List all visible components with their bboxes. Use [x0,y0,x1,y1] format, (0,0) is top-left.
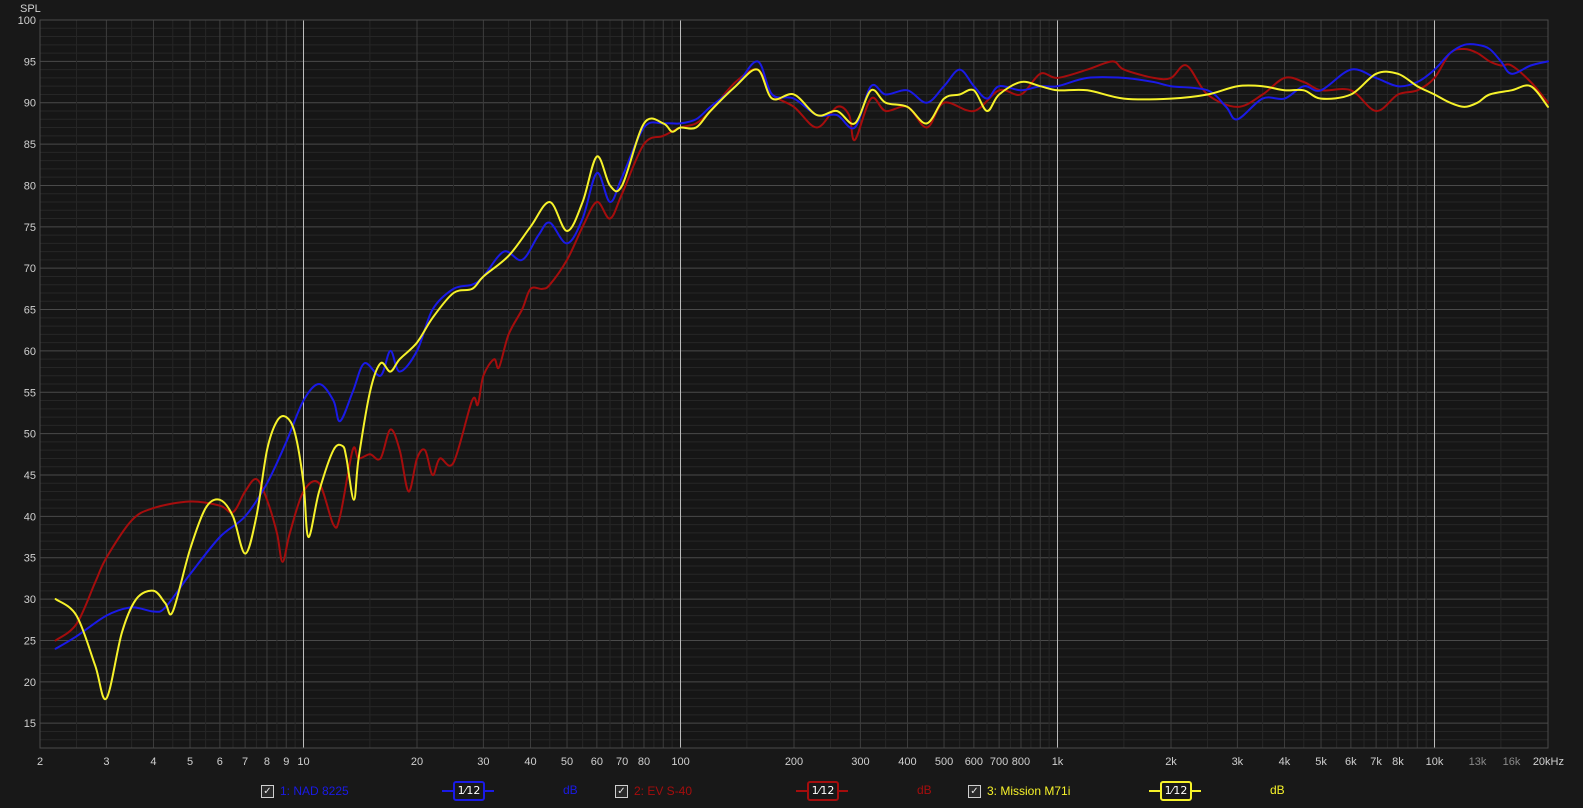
x-tick-label: 3 [103,756,109,768]
y-tick-label: 75 [24,222,36,234]
y-tick-label: 45 [24,470,36,482]
x-tick-label: 80 [638,756,650,768]
y-tick-label: 80 [24,180,36,192]
legend-checkbox-3[interactable]: ✓ [968,784,981,798]
x-tick-label: 4 [150,756,156,768]
legend-label-2: 2: EV S-40 [634,784,693,798]
x-tick-label: 7k [1370,756,1382,768]
x-tick-label: 16k [1503,756,1521,768]
x-tick-label: 30 [477,756,489,768]
x-tick-label: 13k [1469,756,1487,768]
x-tick-label: 5 [187,756,193,768]
legend-checkbox-2[interactable]: ✓ [615,784,628,798]
y-tick-label: 85 [24,139,36,151]
y-tick-label: 20 [24,677,36,689]
x-tick-label: 6 [217,756,223,768]
x-tick-label: 40 [524,756,536,768]
x-tick-label: 5k [1315,756,1327,768]
x-tick-label: 300 [851,756,869,768]
x-tick-label: 700 [990,756,1008,768]
y-tick-label: 100 [18,15,36,27]
unit-label-3: dB [1270,783,1285,797]
y-tick-label: 70 [24,263,36,275]
x-tick-label: 1k [1052,756,1064,768]
y-tick-label: 15 [24,718,36,730]
y-tick-label: 25 [24,635,36,647]
y-tick-label: 90 [24,98,36,110]
y-axis-title: SPL [20,3,41,15]
x-tick-label: 200 [785,756,803,768]
x-tick-label: 8 [264,756,270,768]
x-tick-label: 9 [283,756,289,768]
x-tick-label: 10k [1426,756,1444,768]
legend-checkbox-1[interactable]: ✓ [261,784,274,798]
legend-item-3: ✓ 3: Mission M71i [968,781,1070,801]
smoothing-selector-3[interactable]: 1⁄12 [1149,781,1201,801]
x-tick-label: 20kHz [1533,756,1564,768]
x-tick-label: 4k [1279,756,1291,768]
smoothing-value-2[interactable]: 1⁄12 [807,781,839,801]
smoothing-selector-2[interactable]: 1⁄12 [796,781,848,801]
x-tick-label: 10 [297,756,309,768]
x-tick-label: 60 [591,756,603,768]
x-tick-label: 3k [1232,756,1244,768]
x-tick-label: 800 [1012,756,1030,768]
x-tick-label: 500 [935,756,953,768]
legend-item-1: ✓ 1: NAD 8225 [261,781,349,801]
y-tick-label: 95 [24,56,36,68]
unit-label-2: dB [917,783,932,797]
y-tick-label: 35 [24,553,36,565]
x-tick-label: 2k [1165,756,1177,768]
x-tick-label: 7 [242,756,248,768]
y-tick-label: 65 [24,305,36,317]
unit-label-1: dB [563,783,578,797]
y-tick-label: 30 [24,594,36,606]
x-tick-label: 20 [411,756,423,768]
frequency-response-chart[interactable]: 1520253035404550556065707580859095100 23… [0,0,1583,777]
x-tick-label: 8k [1392,756,1404,768]
legend-item-2: ✓ 2: EV S-40 [615,781,692,801]
x-tick-label: 50 [561,756,573,768]
y-tick-label: 55 [24,387,36,399]
y-axis-labels: 15 20 25 30 35 40 45 50 55 60 65 70 75 80 85 90 95 100 [18,15,36,730]
smoothing-selector-1[interactable]: 1⁄12 [442,781,494,801]
y-tick-label: 40 [24,511,36,523]
x-axis-labels: 2 3 4 5 6 7 8 9 10 20 30 40 50 60 70 80 100 200 300 400 500 6… [37,756,1564,768]
legend-bar: ✓ 1: NAD 8225 1⁄12 dB ✓ 2: EV S-40 1⁄12 … [0,777,1583,805]
x-tick-label: 400 [898,756,916,768]
x-tick-label: 2 [37,756,43,768]
x-tick-label: 600 [965,756,983,768]
x-tick-label: 70 [616,756,628,768]
y-tick-label: 60 [24,346,36,358]
grid-minor [39,19,1549,749]
smoothing-value-1[interactable]: 1⁄12 [453,781,485,801]
smoothing-value-3[interactable]: 1⁄12 [1160,781,1192,801]
x-tick-label: 6k [1345,756,1357,768]
x-tick-label: 100 [671,756,689,768]
legend-label-1: 1: NAD 8225 [280,784,349,798]
legend-label-3: 3: Mission M71i [987,784,1071,798]
y-tick-label: 50 [24,429,36,441]
